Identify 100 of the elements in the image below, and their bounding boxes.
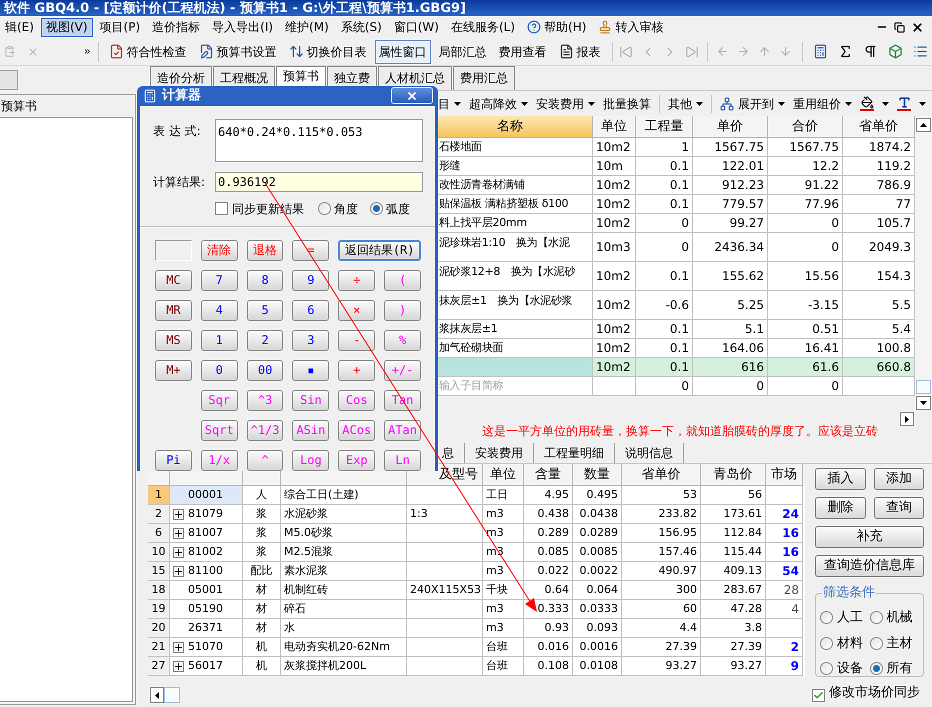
scroll-left-icon[interactable] xyxy=(150,687,164,703)
checkbox-label[interactable]: 修改市场价同步 xyxy=(829,685,920,700)
side-button[interactable]: 插入 xyxy=(815,468,866,490)
radio-label[interactable]: 材料 xyxy=(837,634,863,653)
calculator-key[interactable]: MR xyxy=(155,300,192,320)
scroll-right-icon[interactable] xyxy=(900,412,914,426)
toolbar-button[interactable]: 预算书设置 xyxy=(194,40,281,64)
calculator-key[interactable]: 2 xyxy=(246,330,284,350)
expand-icon[interactable] xyxy=(173,508,184,520)
row-number[interactable]: 19 xyxy=(148,600,170,619)
radio-button[interactable] xyxy=(318,202,331,215)
toolbar-button[interactable]: 目 xyxy=(438,94,461,114)
scroll-down-icon[interactable] xyxy=(916,396,931,410)
scroll-up-icon[interactable] xyxy=(916,118,931,132)
expand-icon[interactable] xyxy=(173,566,184,576)
calculator-key[interactable]: 3 xyxy=(292,330,330,350)
menu-item[interactable]: 窗口(W) xyxy=(388,18,444,36)
side-button[interactable]: 删除 xyxy=(815,497,866,519)
calculator-key[interactable]: ▪ xyxy=(292,360,330,380)
close-button[interactable] xyxy=(391,87,433,104)
side-button[interactable]: 查询造价信息库 xyxy=(815,555,924,577)
row-number[interactable]: 18 xyxy=(148,581,170,600)
calculator-key[interactable]: 返回结果(R) xyxy=(338,240,421,260)
row-number[interactable]: 21 xyxy=(148,638,170,657)
menu-item[interactable]: 在线服务(L) xyxy=(446,18,520,36)
list-icon[interactable] xyxy=(913,44,928,59)
expand-icon[interactable] xyxy=(173,642,184,652)
side-button[interactable]: 补充 xyxy=(815,526,924,548)
radio-button[interactable] xyxy=(870,611,882,624)
tab[interactable]: 安装费用 xyxy=(465,442,534,462)
calculator-key[interactable]: 8 xyxy=(246,270,284,290)
side-button[interactable]: 查询 xyxy=(874,497,924,519)
toolbar-button[interactable]: 局部汇总 xyxy=(434,40,491,64)
expand-icon[interactable] xyxy=(173,528,184,538)
radio-button[interactable] xyxy=(820,636,833,650)
toolbar-button[interactable]: 其他 xyxy=(668,94,703,114)
row-number[interactable]: 27 xyxy=(148,657,170,676)
menu-item[interactable]: 维护(M) xyxy=(280,18,334,36)
calculator-key[interactable]: 9 xyxy=(292,270,330,290)
cube-icon[interactable] xyxy=(888,44,904,59)
expand-icon[interactable] xyxy=(173,660,184,672)
menu-item[interactable]: 辑(E) xyxy=(0,18,39,36)
toolbar-button[interactable]: 符合性检查 xyxy=(104,40,191,64)
menu-item[interactable]: 视图(V) xyxy=(40,18,93,36)
row-number[interactable]: 1 xyxy=(148,486,170,505)
font-color-icon[interactable] xyxy=(897,96,911,111)
calculator-key[interactable]: MS xyxy=(155,330,192,350)
calculator-key[interactable]: Pi xyxy=(155,450,192,470)
toolbar-button[interactable]: 重用组价 xyxy=(793,94,852,114)
menu-item[interactable]: 转入审核 xyxy=(593,18,668,36)
toolbar-button[interactable]: 安装费用 xyxy=(536,94,595,114)
result-field[interactable]: 0.936192 xyxy=(215,172,423,192)
fill-color-icon[interactable] xyxy=(860,96,874,111)
radio-label[interactable]: 主材 xyxy=(886,634,912,653)
calculator-key[interactable]: 0 xyxy=(200,360,238,380)
row-number[interactable]: 6 xyxy=(148,524,170,543)
row-number[interactable]: 10 xyxy=(148,543,170,562)
toolbar-button[interactable]: 批量换算 xyxy=(603,94,651,114)
toolbar-button[interactable]: 报表 xyxy=(554,40,605,64)
scroll-thumb[interactable] xyxy=(916,380,931,394)
calculator-key[interactable]: 5 xyxy=(246,300,284,320)
expression-field[interactable]: 640*0.24*0.115*0.053 xyxy=(215,118,423,162)
checkbox[interactable] xyxy=(215,202,228,215)
radio-button[interactable] xyxy=(820,611,833,624)
radio-label[interactable]: 所有 xyxy=(886,659,912,678)
menu-item[interactable]: 系统(S) xyxy=(336,18,387,36)
toolbar-button[interactable]: 属性窗口 xyxy=(374,40,431,64)
tab[interactable]: 说明信息 xyxy=(615,442,684,462)
restore-icon[interactable] xyxy=(894,22,905,32)
toolbar-button[interactable]: 费用查看 xyxy=(494,40,551,64)
calculator-key[interactable]: 6 xyxy=(292,300,330,320)
calculator-key[interactable]: MC xyxy=(155,270,192,290)
menu-item[interactable]: 导入导出(I) xyxy=(207,18,278,36)
toolbar-button[interactable]: 展开到 xyxy=(720,94,785,114)
close-icon[interactable] xyxy=(911,20,924,34)
side-button[interactable]: 添加 xyxy=(874,468,924,490)
menu-item[interactable]: 项目(P) xyxy=(94,18,146,36)
expand-icon[interactable] xyxy=(173,546,184,558)
scrollbar[interactable] xyxy=(915,116,932,410)
scroll-thumb[interactable] xyxy=(164,687,180,703)
tab[interactable]: 费用汇总 xyxy=(453,66,515,90)
toolbar-button[interactable]: 超高降效 xyxy=(469,94,528,114)
radio-button[interactable] xyxy=(870,636,882,650)
radio-label[interactable]: 人工 xyxy=(837,608,863,628)
row-number[interactable]: 2 xyxy=(148,505,170,524)
menu-item[interactable]: 造价指标 xyxy=(147,18,206,36)
toolbar-button[interactable]: 切换价目表 xyxy=(284,40,371,64)
radio-button[interactable] xyxy=(870,662,882,676)
calculator-key[interactable]: 7 xyxy=(200,270,238,290)
row-number[interactable]: 20 xyxy=(148,619,170,638)
calculator-key[interactable]: M+ xyxy=(155,360,192,380)
tab[interactable]: 工程量明细 xyxy=(534,442,615,462)
menu-item[interactable]: 帮助(H) xyxy=(522,18,592,36)
row-number[interactable]: 15 xyxy=(148,562,170,581)
calculator-icon[interactable] xyxy=(813,44,828,59)
calculator-key[interactable]: 4 xyxy=(200,300,238,320)
calculator-key[interactable]: 1 xyxy=(200,330,238,350)
radio-button[interactable] xyxy=(820,662,833,676)
checkbox[interactable] xyxy=(812,689,825,702)
radio-button[interactable] xyxy=(370,202,383,215)
